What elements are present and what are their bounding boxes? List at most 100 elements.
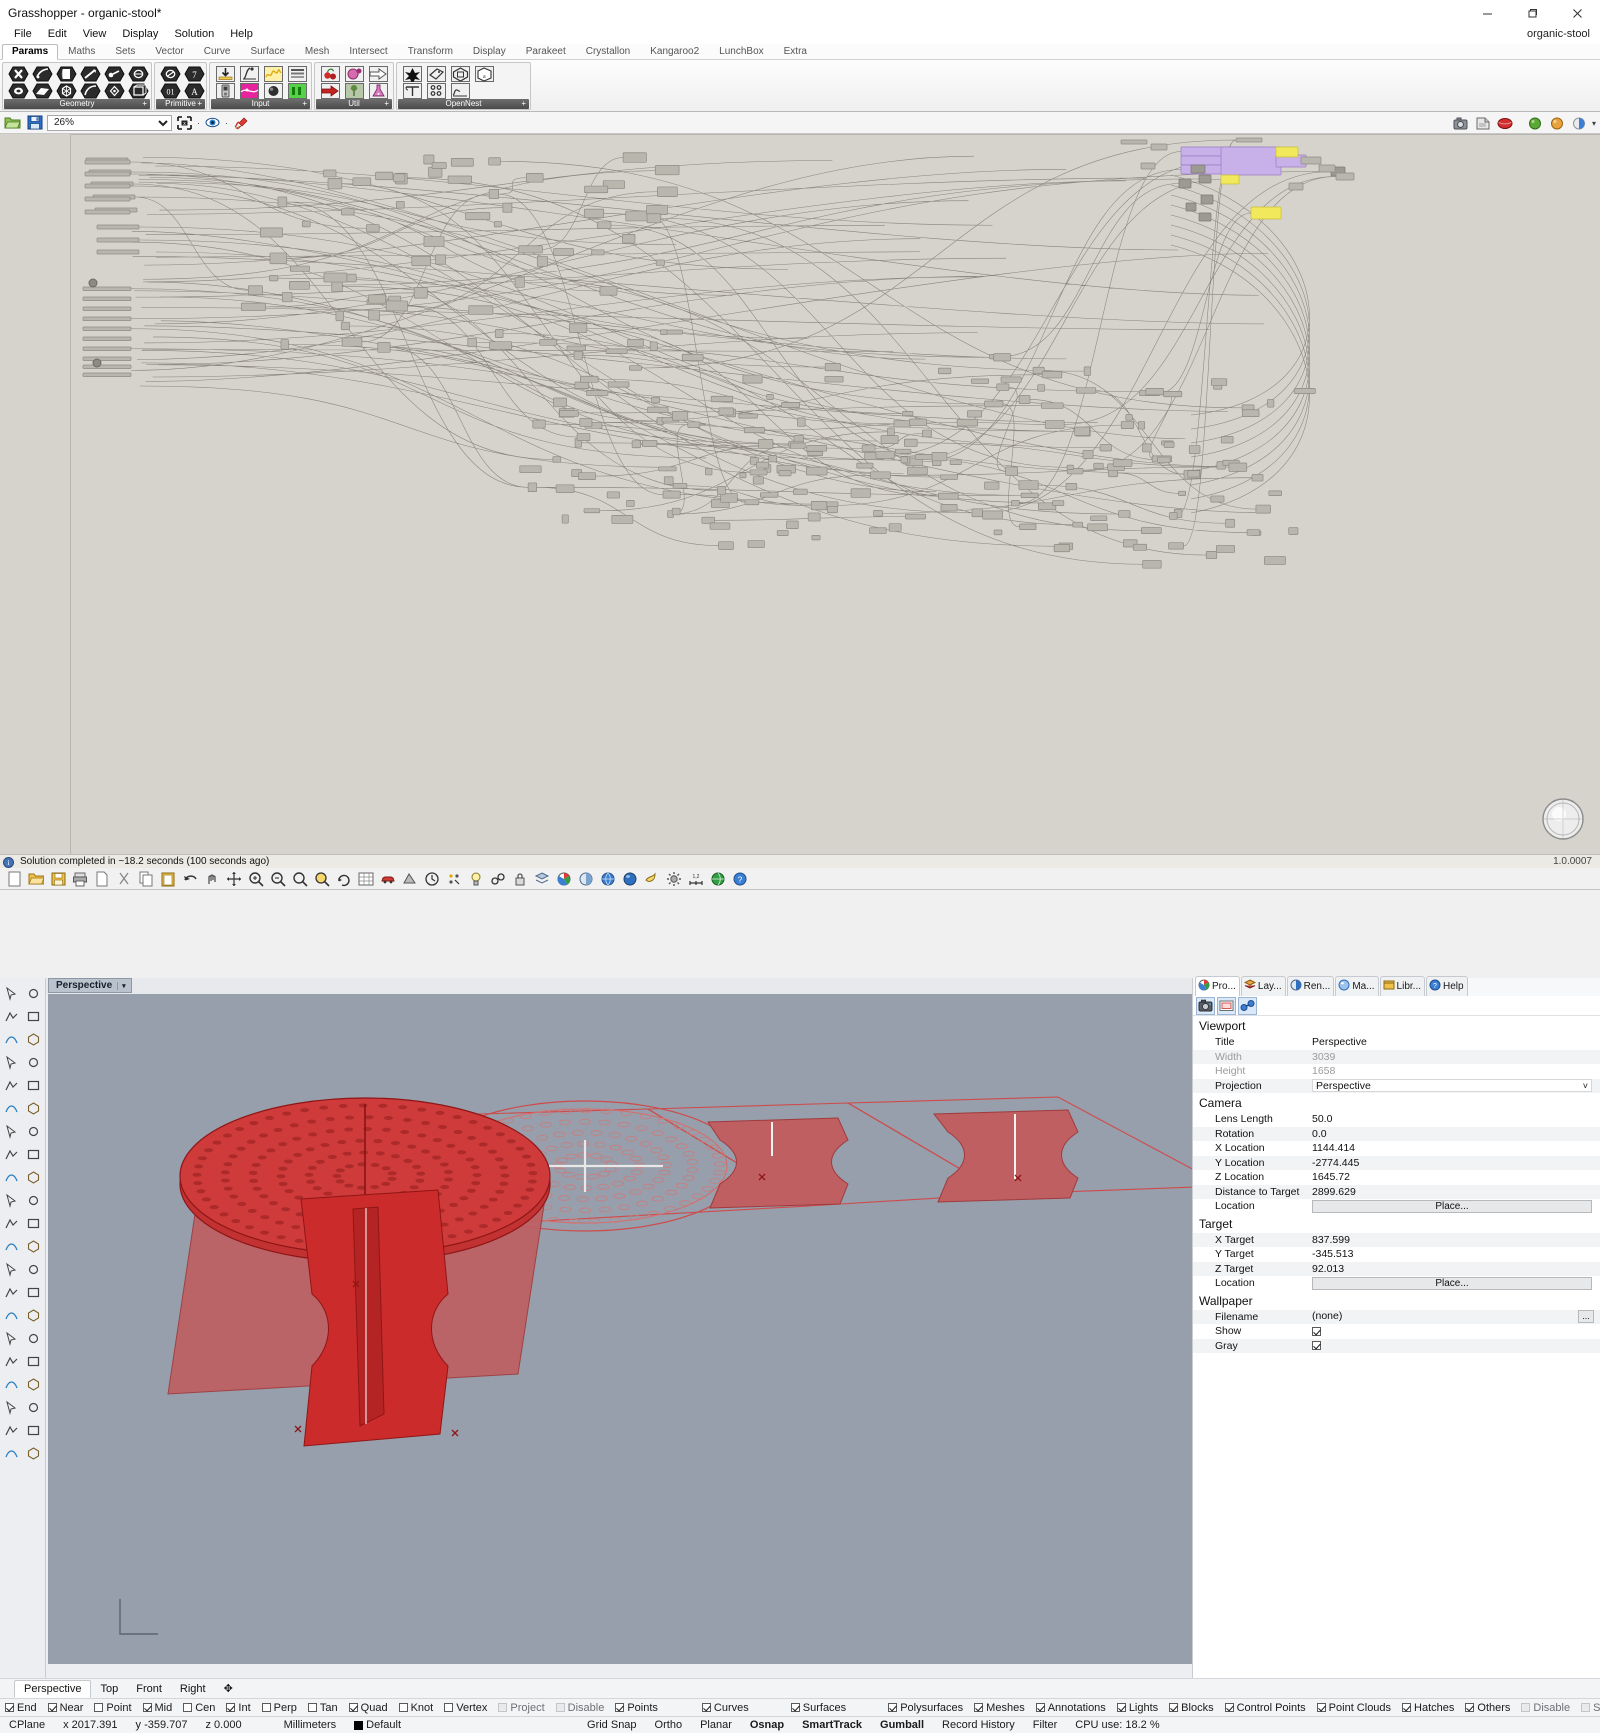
toggle-gumball[interactable]: Gumball [871, 1719, 933, 1731]
graph-component[interactable] [870, 471, 891, 480]
graph-component[interactable] [665, 329, 683, 335]
loft-icon[interactable] [23, 1120, 46, 1143]
mesh-edit-icon[interactable] [23, 1189, 46, 1212]
graph-component[interactable] [1040, 402, 1064, 409]
graph-component[interactable] [752, 476, 764, 485]
graph-component[interactable] [450, 158, 474, 167]
graph-component[interactable] [1145, 388, 1164, 396]
projection-combo[interactable]: Perspective ˅ [1312, 1079, 1592, 1093]
component-tab-params[interactable]: Params [2, 44, 59, 60]
filter-surfaces[interactable]: Surfaces [790, 1702, 846, 1714]
component-tab-transform[interactable]: Transform [398, 44, 463, 60]
checkbox[interactable] [1521, 1703, 1531, 1712]
graph-component[interactable] [705, 468, 713, 476]
graph-component[interactable] [277, 196, 288, 208]
graph-component[interactable] [574, 381, 590, 389]
graph-component[interactable] [1018, 480, 1039, 490]
ribbon-component-icon[interactable] [78, 82, 102, 99]
property-value[interactable] [1309, 1340, 1600, 1352]
graph-component[interactable] [1205, 551, 1218, 560]
graph-component[interactable] [82, 316, 132, 321]
graph-component[interactable] [423, 236, 445, 247]
graph-component[interactable] [807, 512, 821, 522]
property-value[interactable]: Place... [1309, 1276, 1600, 1290]
graph-component[interactable] [907, 466, 928, 475]
graph-component[interactable] [465, 211, 491, 221]
chevron-down-icon[interactable]: ▾ [117, 981, 126, 990]
component-tab-curve[interactable]: Curve [194, 44, 241, 60]
graph-component[interactable] [743, 427, 765, 434]
property-value[interactable]: Place... [1309, 1199, 1600, 1213]
zoom-level-select[interactable]: 26% [47, 114, 172, 131]
graph-component[interactable] [940, 474, 958, 480]
arrow-select-icon[interactable] [0, 982, 23, 1005]
graph-component[interactable] [281, 291, 293, 303]
graph-component[interactable] [82, 372, 132, 377]
graph-component[interactable] [1041, 371, 1063, 379]
graph-component[interactable] [435, 254, 446, 265]
graph-component[interactable] [82, 306, 132, 311]
checkbox[interactable] [226, 1703, 236, 1712]
graph-component[interactable] [1018, 394, 1031, 404]
osnap-cen[interactable]: Cen [183, 1702, 215, 1714]
hatch-icon[interactable] [23, 1350, 46, 1373]
filter-control-points[interactable]: Control Points [1224, 1702, 1306, 1714]
graph-component[interactable] [1169, 512, 1178, 520]
graph-component[interactable] [949, 459, 962, 466]
dot-icon[interactable] [23, 982, 46, 1005]
checkbox[interactable] [1316, 1703, 1326, 1712]
toggle-ortho[interactable]: Ortho [646, 1719, 692, 1731]
graph-component[interactable] [82, 364, 132, 369]
graph-component[interactable] [447, 175, 473, 184]
graph-component[interactable] [518, 245, 543, 254]
graph-component[interactable] [578, 472, 596, 480]
filter-meshes[interactable]: Meshes [974, 1702, 1025, 1714]
graph-component[interactable] [586, 390, 609, 396]
graph-component[interactable] [1066, 464, 1074, 470]
graph-component[interactable] [824, 362, 841, 372]
graph-component[interactable] [904, 513, 926, 520]
layer-indicator[interactable]: Default [345, 1719, 410, 1731]
graph-component[interactable] [956, 418, 978, 427]
graph-component[interactable] [760, 492, 779, 498]
gear-icon[interactable] [664, 869, 684, 889]
canvas-compass-widget[interactable] [1540, 796, 1586, 842]
graph-component[interactable] [681, 353, 704, 361]
panel-tab-libr[interactable]: Libr... [1379, 976, 1426, 996]
folder-open-icon[interactable] [3, 113, 22, 132]
graph-component[interactable] [82, 286, 132, 291]
green-sphere-icon[interactable] [1526, 114, 1545, 133]
camera-icon[interactable] [1196, 996, 1215, 1015]
checkbox[interactable] [974, 1703, 984, 1712]
graph-component[interactable] [606, 491, 620, 499]
graph-component[interactable] [495, 329, 504, 338]
checkbox[interactable] [1116, 1703, 1126, 1712]
checkbox[interactable] [398, 1703, 408, 1712]
boolean-diff-icon[interactable] [23, 1166, 46, 1189]
graph-component[interactable] [301, 220, 311, 228]
graph-component[interactable] [900, 456, 908, 464]
cut-icon[interactable] [114, 869, 134, 889]
ribbon-component-icon[interactable] [30, 82, 54, 99]
graph-component[interactable] [982, 510, 1003, 520]
checkbox[interactable] [47, 1703, 57, 1712]
graph-component[interactable] [323, 272, 348, 283]
graph-component[interactable] [1241, 409, 1260, 418]
ribbon-component-icon[interactable] [102, 65, 126, 82]
graph-component[interactable] [938, 367, 952, 375]
graph-component[interactable] [781, 402, 800, 408]
osnap-mid[interactable]: Mid [142, 1702, 172, 1714]
checkbox[interactable] [1402, 1703, 1412, 1712]
ribbon-component-icon[interactable] [126, 82, 150, 99]
zoom-in-icon[interactable] [246, 869, 266, 889]
grid-icon[interactable] [356, 869, 376, 889]
graph-component[interactable] [887, 427, 895, 436]
graph-component[interactable] [82, 326, 132, 331]
graph-component[interactable] [738, 413, 758, 419]
sweep-icon[interactable] [0, 1143, 23, 1166]
menu-item-edit[interactable]: Edit [40, 26, 75, 42]
open-folder-icon[interactable] [26, 869, 46, 889]
save-icon[interactable] [25, 113, 44, 132]
graph-component[interactable] [431, 161, 447, 169]
property-checkbox[interactable] [1312, 1341, 1321, 1351]
